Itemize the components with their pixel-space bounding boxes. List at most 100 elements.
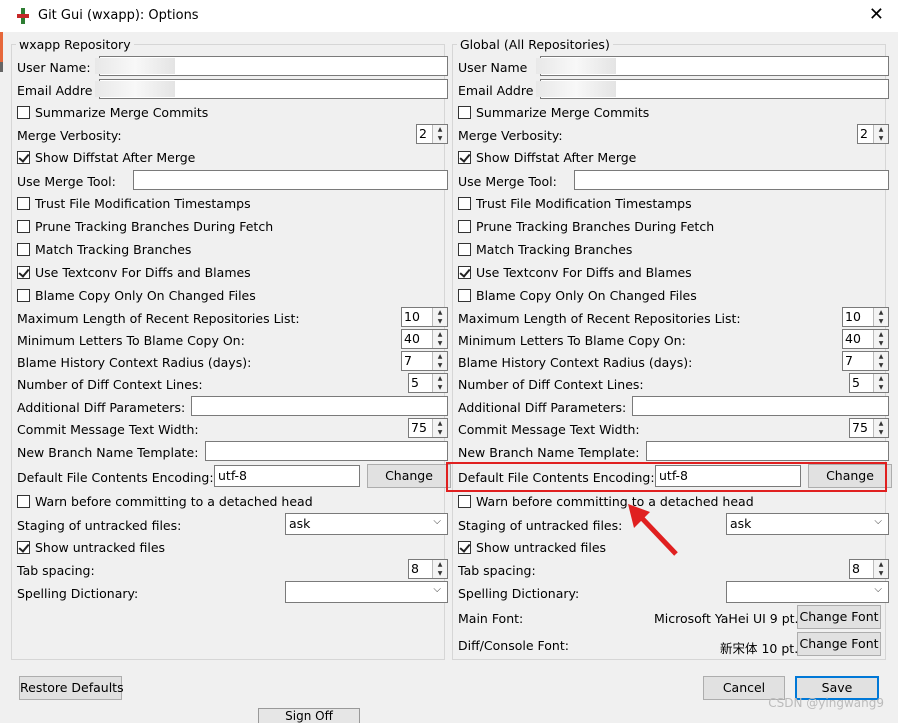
- spin-down-icon[interactable]: ▼: [432, 339, 447, 348]
- restore-defaults-button[interactable]: Restore Defaults: [19, 676, 124, 700]
- spin-down-icon[interactable]: ▼: [873, 134, 888, 143]
- trust-mtime-checkbox[interactable]: [458, 197, 471, 210]
- spin-down-icon[interactable]: ▼: [432, 134, 447, 143]
- summarize-label: Summarize Merge Commits: [476, 105, 650, 120]
- prune-label: Prune Tracking Branches During Fetch: [476, 219, 715, 234]
- annotation-highlight-box: [446, 462, 887, 492]
- change-diff-font-button[interactable]: Change Font: [797, 632, 881, 656]
- close-icon[interactable]: ✕: [869, 5, 884, 25]
- additional-diff-input[interactable]: [191, 396, 448, 416]
- trust-mtime-label: Trust File Modification Timestamps: [476, 196, 692, 211]
- diff-font-label: Diff/Console Font:: [458, 638, 569, 653]
- spinbox-value: 8: [411, 561, 419, 576]
- diff-context-label: Number of Diff Context Lines:: [17, 377, 203, 392]
- spinbox-value: 75: [411, 420, 427, 435]
- trust-mtime-checkbox[interactable]: [17, 197, 30, 210]
- staging-label-label: Staging of untracked files:: [17, 518, 182, 533]
- spin-down-icon[interactable]: ▼: [432, 383, 447, 392]
- min-letters-spinbox[interactable]: 40 ▲ ▼: [401, 329, 448, 349]
- blame-copy-checkbox[interactable]: [458, 289, 471, 302]
- user-name-label-label: User Name: [458, 60, 528, 75]
- max-recent-spinbox[interactable]: 10 ▲ ▼: [401, 307, 448, 327]
- min-letters-spinbox[interactable]: 40 ▲ ▼: [842, 329, 889, 349]
- spin-down-icon[interactable]: ▼: [873, 428, 888, 437]
- summarize-checkbox[interactable]: [17, 106, 30, 119]
- blame-radius-label: Blame History Context Radius (days):: [17, 355, 252, 370]
- spinbox-value: 40: [845, 331, 861, 346]
- branch-template-input[interactable]: [646, 441, 889, 461]
- min-letters-label: Minimum Letters To Blame Copy On:: [458, 333, 686, 348]
- spin-down-icon[interactable]: ▼: [432, 317, 447, 326]
- chevron-down-icon: ⌵: [433, 584, 441, 595]
- spin-down-icon[interactable]: ▼: [873, 569, 888, 578]
- spinbox-value: 7: [404, 353, 412, 368]
- email-label-label: Email Addre: [17, 83, 93, 98]
- spin-down-icon[interactable]: ▼: [432, 569, 447, 578]
- blame-copy-checkbox[interactable]: [17, 289, 30, 302]
- show-diffstat-label: Show Diffstat After Merge: [35, 150, 196, 165]
- additional-diff-input[interactable]: [632, 396, 889, 416]
- show-diffstat-checkbox[interactable]: [17, 151, 30, 164]
- merge-verbosity-spinbox[interactable]: 2 ▲ ▼: [857, 124, 889, 144]
- merge-tool-input[interactable]: [133, 170, 448, 190]
- merge-tool-input[interactable]: [574, 170, 889, 190]
- change-encoding-button[interactable]: Change: [367, 464, 451, 488]
- spelling-combobox[interactable]: ⌵: [726, 581, 889, 603]
- warn-detached-checkbox[interactable]: [458, 495, 471, 508]
- prune-checkbox[interactable]: [17, 220, 30, 233]
- spin-down-icon[interactable]: ▼: [873, 317, 888, 326]
- change-main-font-button[interactable]: Change Font: [797, 605, 881, 629]
- textconv-checkbox[interactable]: [17, 266, 30, 279]
- diff-context-spinbox[interactable]: 5 ▲ ▼: [849, 373, 889, 393]
- tab-spacing-spinbox[interactable]: 8 ▲ ▼: [408, 559, 448, 579]
- show-untracked-checkbox[interactable]: [17, 541, 30, 554]
- branch-template-input[interactable]: [205, 441, 448, 461]
- diff-context-spinbox[interactable]: 5 ▲ ▼: [408, 373, 448, 393]
- spin-down-icon[interactable]: ▼: [873, 383, 888, 392]
- window-title: Git Gui (wxapp): Options: [38, 8, 199, 23]
- user-name-label-label: User Name:: [17, 60, 91, 75]
- additional-diff-label: Additional Diff Parameters:: [17, 400, 186, 415]
- redacted-text: [536, 81, 616, 97]
- spin-down-icon[interactable]: ▼: [432, 361, 447, 370]
- show-untracked-label: Show untracked files: [476, 540, 607, 555]
- encoding-input[interactable]: utf-8: [214, 465, 360, 487]
- background-window-edge: [0, 62, 3, 72]
- merge-verbosity-spinbox[interactable]: 2 ▲ ▼: [416, 124, 448, 144]
- additional-diff-label: Additional Diff Parameters:: [458, 400, 627, 415]
- spin-down-icon[interactable]: ▼: [873, 361, 888, 370]
- spelling-combobox[interactable]: ⌵: [285, 581, 448, 603]
- prune-checkbox[interactable]: [458, 220, 471, 233]
- commit-width-spinbox[interactable]: 75 ▲ ▼: [849, 418, 889, 438]
- match-tracking-checkbox[interactable]: [458, 243, 471, 256]
- staging-label-combobox[interactable]: ask ⌵: [726, 513, 889, 535]
- redacted-text: [536, 58, 616, 74]
- diff-context-label: Number of Diff Context Lines:: [458, 377, 644, 392]
- merge-tool-label: Use Merge Tool:: [458, 174, 557, 189]
- blame-radius-spinbox[interactable]: 7 ▲ ▼: [401, 351, 448, 371]
- spinbox-value: 40: [404, 331, 420, 346]
- commit-width-spinbox[interactable]: 75 ▲ ▼: [408, 418, 448, 438]
- spinbox-value: 5: [852, 375, 860, 390]
- spelling-label: Spelling Dictionary:: [458, 586, 580, 601]
- max-recent-spinbox[interactable]: 10 ▲ ▼: [842, 307, 889, 327]
- staging-label-combobox[interactable]: ask ⌵: [285, 513, 448, 535]
- summarize-checkbox[interactable]: [458, 106, 471, 119]
- merge-verbosity-label: Merge Verbosity:: [17, 128, 122, 143]
- spin-down-icon[interactable]: ▼: [432, 428, 447, 437]
- textconv-checkbox[interactable]: [458, 266, 471, 279]
- show-diffstat-label: Show Diffstat After Merge: [476, 150, 637, 165]
- textconv-label: Use Textconv For Diffs and Blames: [35, 265, 251, 280]
- spin-down-icon[interactable]: ▼: [873, 339, 888, 348]
- tab-spacing-spinbox[interactable]: 8 ▲ ▼: [849, 559, 889, 579]
- sign-off-button[interactable]: Sign Off: [258, 708, 360, 723]
- show-diffstat-checkbox[interactable]: [458, 151, 471, 164]
- spelling-label: Spelling Dictionary:: [17, 586, 139, 601]
- warn-detached-checkbox[interactable]: [17, 495, 30, 508]
- main-font-value: Microsoft YaHei UI 9 pt.: [654, 611, 799, 626]
- match-tracking-label: Match Tracking Branches: [35, 242, 192, 257]
- match-tracking-checkbox[interactable]: [17, 243, 30, 256]
- warn-detached-label: Warn before committing to a detached hea…: [35, 494, 313, 509]
- blame-radius-spinbox[interactable]: 7 ▲ ▼: [842, 351, 889, 371]
- show-untracked-checkbox[interactable]: [458, 541, 471, 554]
